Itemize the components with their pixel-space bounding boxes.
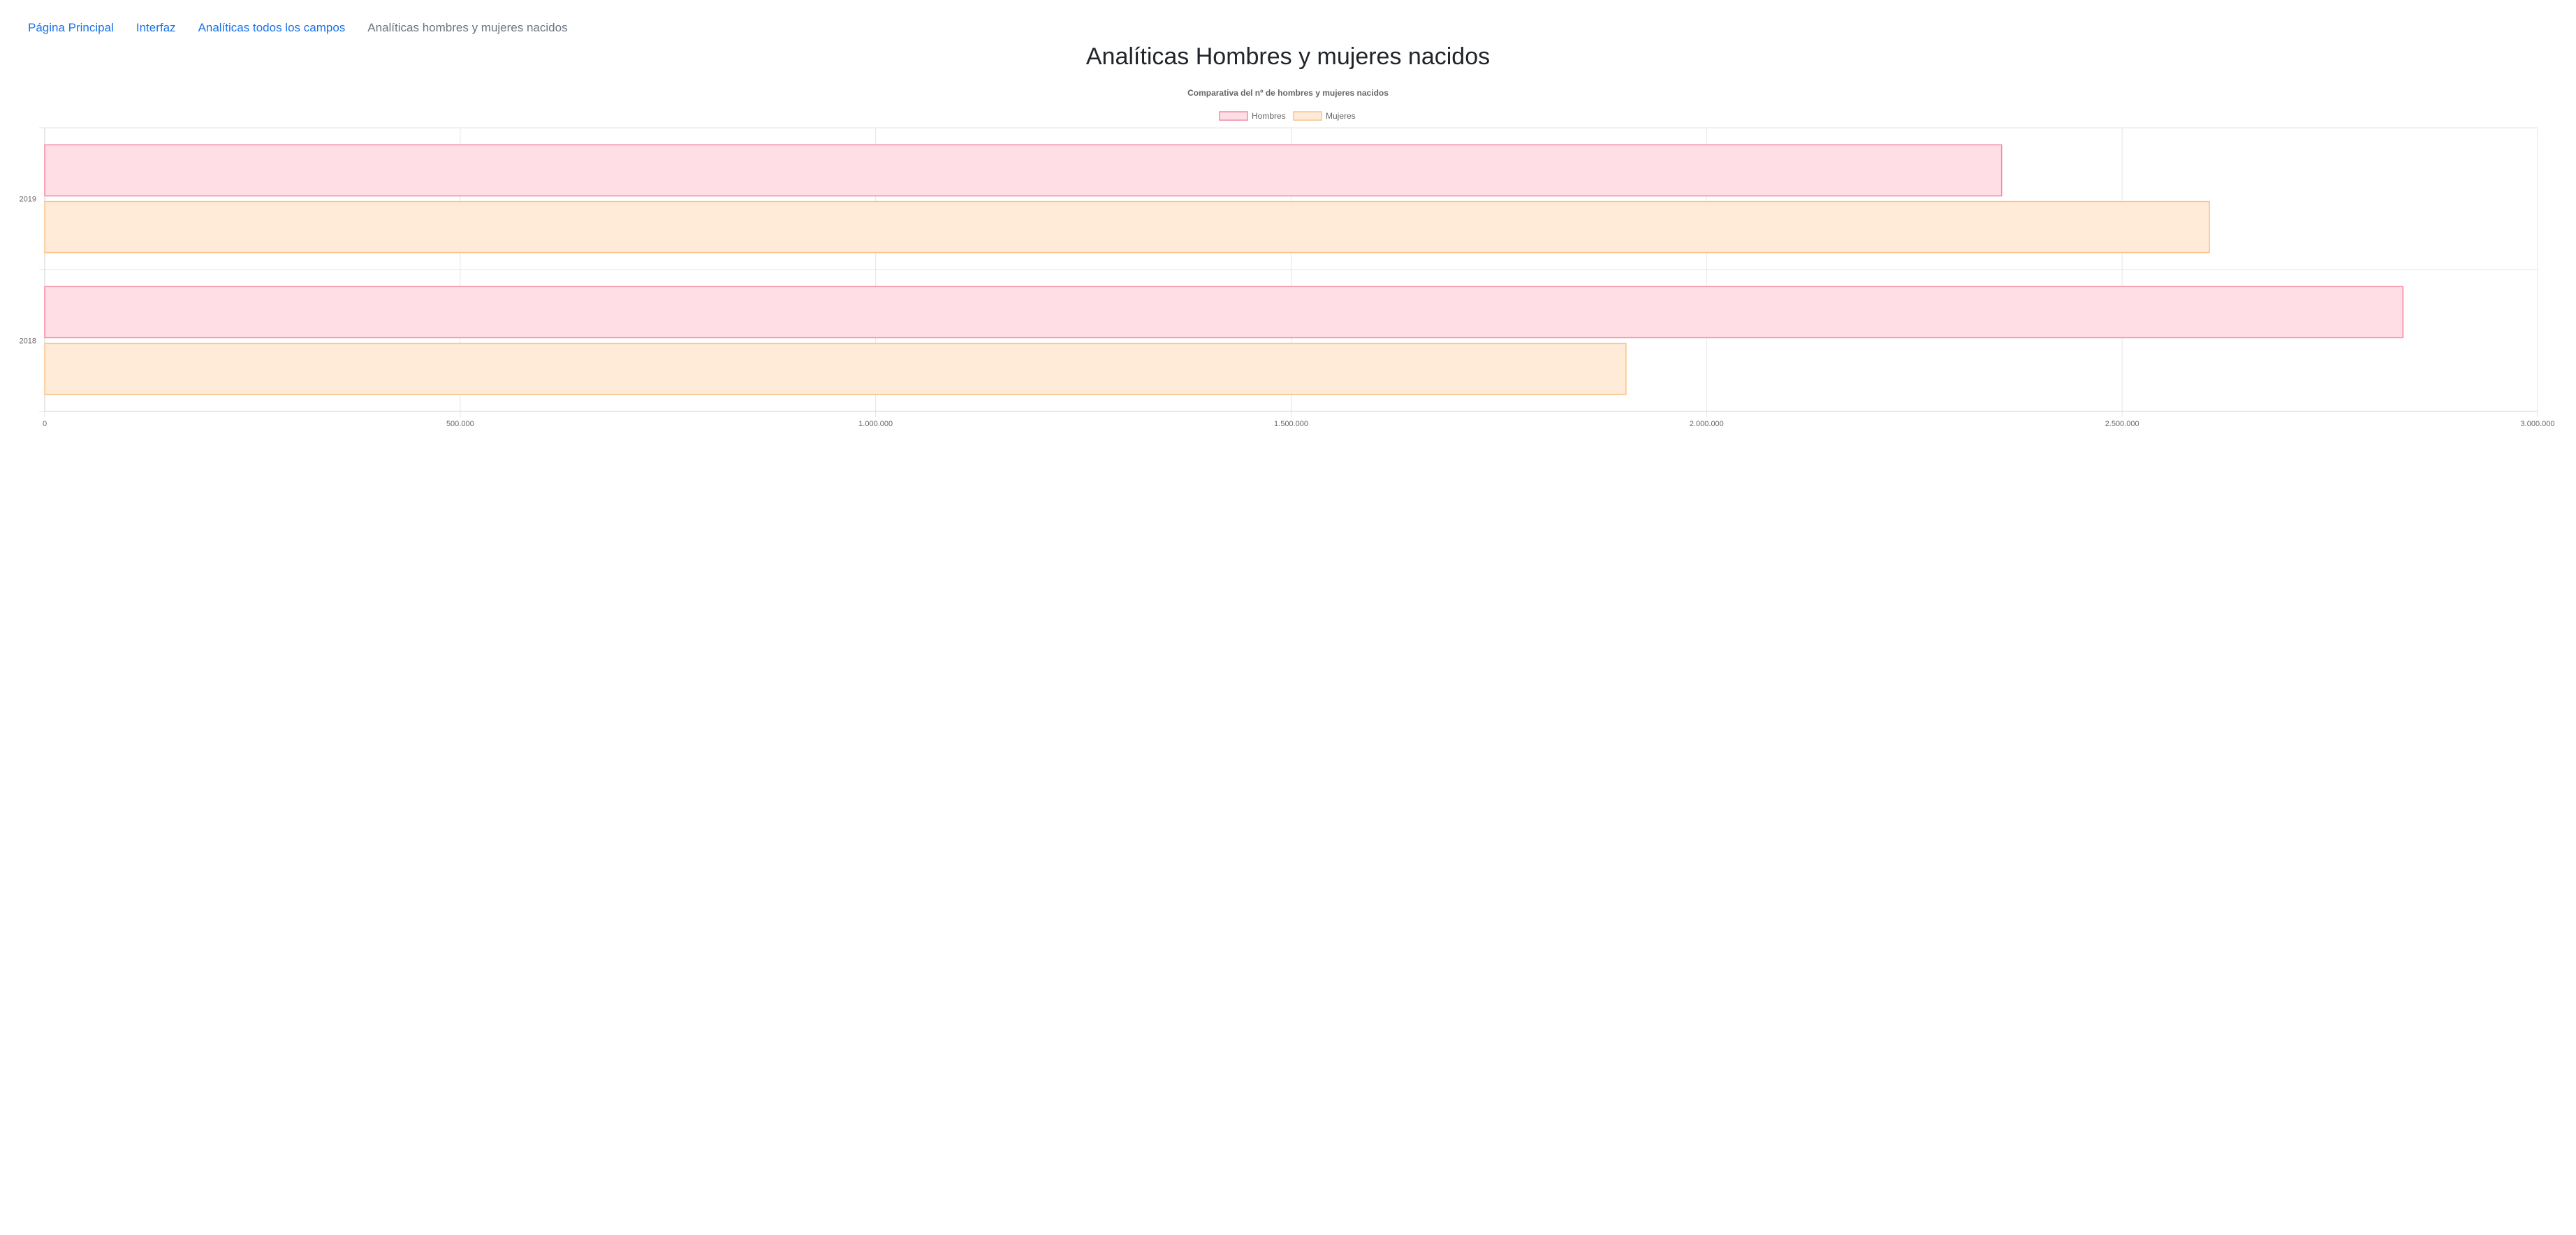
breadcrumb: Página Principal Interfaz Analíticas tod… bbox=[28, 21, 590, 35]
bar-chart: Comparativa del nº de hombres y mujeres … bbox=[20, 88, 2555, 428]
breadcrumb-analiticas-link[interactable]: Analíticas todos los campos bbox=[198, 21, 346, 35]
chart-title: Comparativa del nº de hombres y mujeres … bbox=[1187, 88, 1389, 98]
y-tick-label: 2018 bbox=[20, 337, 36, 346]
breadcrumb-interfaz-link[interactable]: Interfaz bbox=[136, 21, 176, 35]
x-tick-label: 2.000.000 bbox=[1690, 420, 1724, 428]
bar-mujeres-2018 bbox=[44, 342, 1627, 395]
x-tick-label: 1.000.000 bbox=[858, 420, 893, 428]
y-tick-label: 2019 bbox=[20, 196, 36, 204]
legend-label-mujeres: Mujeres bbox=[1326, 111, 1356, 121]
bar-hombres-2018 bbox=[44, 286, 2404, 339]
breadcrumb-home-link[interactable]: Página Principal bbox=[28, 21, 114, 35]
x-tick-label: 1.500.000 bbox=[1274, 420, 1308, 428]
legend-swatch-hombres bbox=[1219, 111, 1248, 121]
x-tick-label: 3.000.000 bbox=[2521, 420, 2555, 428]
legend-swatch-mujeres bbox=[1293, 111, 1322, 121]
page-title: Analíticas Hombres y mujeres nacidos bbox=[1085, 43, 1491, 70]
legend-label-hombres: Hombres bbox=[1252, 111, 1286, 121]
breadcrumb-current: Analíticas hombres y mujeres nacidos bbox=[367, 21, 568, 34]
x-tick-label: 2.500.000 bbox=[2105, 420, 2139, 428]
x-tick-label: 500.000 bbox=[446, 420, 474, 428]
bar-hombres-2019 bbox=[44, 144, 2003, 197]
x-tick-label: 0 bbox=[43, 420, 47, 428]
bar-mujeres-2019 bbox=[44, 200, 2210, 254]
